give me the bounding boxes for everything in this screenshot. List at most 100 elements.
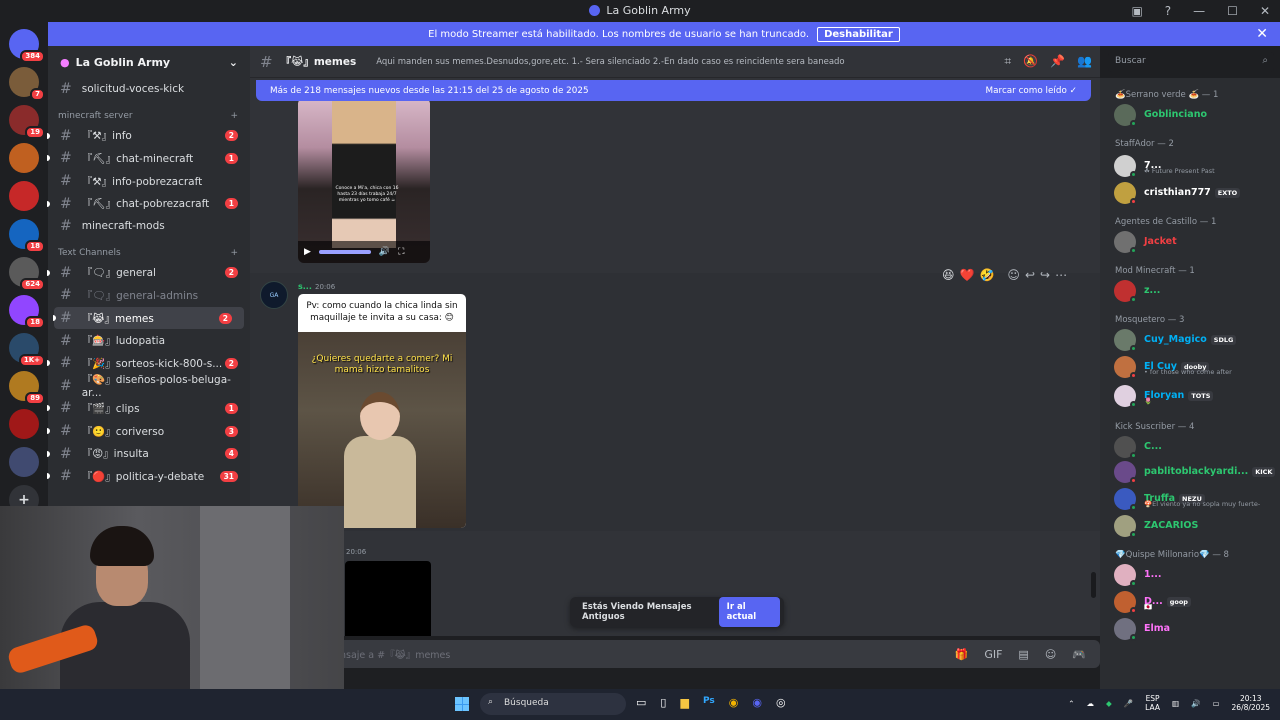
windows-start-icon[interactable] — [455, 697, 469, 711]
guild-header[interactable]: ● La Goblin Army ⌄ — [48, 46, 250, 78]
message-area[interactable]: Conoce a Mi’a, chica con 16 hasta 23 día… — [250, 78, 1100, 636]
message-input[interactable]: nsaje a #『😹』memes 🎁 GIF ▤ ☺ 🎮 — [250, 640, 1100, 668]
close-banner-icon[interactable]: ✕ — [1256, 26, 1268, 42]
server-icon[interactable]: 624 — [9, 257, 45, 291]
search-input[interactable]: Buscar ⌕ — [1108, 52, 1274, 72]
server-icon[interactable]: 7 — [9, 67, 45, 101]
video-attachment[interactable] — [345, 561, 431, 636]
member-item[interactable]: 7... ☘ Future Present Past — [1100, 151, 1280, 180]
member-item[interactable]: Elma — [1100, 616, 1280, 641]
disable-streamer-button[interactable]: Deshabilitar — [817, 26, 900, 42]
channel-topic[interactable]: Aqui manden sus memes.Desnudos,gore,etc.… — [376, 57, 844, 67]
progress-bar[interactable] — [318, 250, 371, 254]
server-icon[interactable] — [9, 447, 39, 477]
sticker-icon[interactable]: ▤ — [1018, 648, 1028, 661]
threads-icon[interactable]: ⌗ — [1004, 54, 1011, 69]
scrollbar[interactable] — [1091, 572, 1096, 598]
member-item[interactable]: z... — [1100, 278, 1280, 303]
member-item[interactable]: pablitoblackyardi... KICK — [1100, 459, 1280, 484]
reaction-rofl-icon[interactable]: 🤣 — [979, 268, 994, 282]
volume-icon[interactable]: 🔊 — [379, 247, 390, 257]
channel-item[interactable]: # 『😹』memes 2 — [53, 306, 244, 330]
channel-item[interactable]: # 『🎬』clips 1 — [47, 397, 250, 420]
language-indicator[interactable]: ESP LAA — [1145, 694, 1160, 712]
reply-icon[interactable]: ↩ — [1025, 268, 1035, 282]
maximize-button[interactable]: ☐ — [1227, 4, 1238, 18]
member-item[interactable]: ZACARIOS — [1100, 513, 1280, 538]
close-button[interactable]: ✕ — [1260, 4, 1270, 18]
clock[interactable]: 20:13 26/8/2025 — [1232, 694, 1270, 712]
channel-item[interactable]: # 『🔴』politica-y-debate 31 — [47, 465, 250, 488]
server-icon[interactable]: 384 — [9, 29, 45, 63]
server-icon[interactable]: 89 — [9, 371, 45, 405]
reaction-heart-icon[interactable]: ❤️ — [960, 268, 975, 282]
emoji-icon[interactable]: ☺ — [1045, 648, 1056, 661]
avatar[interactable]: GA — [260, 281, 288, 309]
jump-to-present-button[interactable]: Ir al actual — [718, 597, 780, 627]
category-text-channels[interactable]: Text Channels + — [48, 238, 250, 262]
gif-icon[interactable]: GIF — [984, 648, 1002, 661]
cloud-icon[interactable]: ☁ — [1087, 699, 1095, 708]
member-item[interactable]: El Cuy dooby • for those who come after — [1100, 352, 1280, 381]
channel-item[interactable]: # 『🎉』sorteos-kick-800-s... 2 — [47, 352, 250, 375]
pin-icon[interactable]: 📌 — [1050, 54, 1065, 69]
member-item[interactable]: 1... — [1100, 562, 1280, 587]
channel-item[interactable]: # 『🎰』ludopatia — [48, 329, 250, 352]
image-attachment[interactable]: Pv: como cuando la chica linda sin maqui… — [298, 294, 466, 528]
member-item[interactable]: cristhian777 EXTO — [1100, 180, 1280, 205]
member-item[interactable]: D... goop 🇯🇵 — [1100, 587, 1280, 616]
microphone-icon[interactable]: 🎤 — [1124, 699, 1133, 708]
add-reaction-icon[interactable]: ☺ — [1007, 268, 1020, 282]
notifications-muted-icon[interactable]: 🔕 — [1023, 54, 1038, 69]
channel-item[interactable]: # 『🙂』coriverso 3 — [47, 420, 250, 443]
chrome-icon[interactable]: ◉ — [729, 696, 739, 709]
member-item[interactable]: C... — [1100, 434, 1280, 459]
channel-item[interactable]: # 『🗨』general 2 — [47, 262, 250, 285]
files-icon[interactable]: ▯ — [660, 696, 666, 709]
member-item[interactable]: Jacket — [1100, 229, 1280, 254]
channel-item[interactable]: # 『⛏』chat-minecraft 1 — [47, 147, 250, 170]
member-item[interactable]: Cuy_Magico SDLG — [1100, 327, 1280, 352]
gift-icon[interactable]: 🎁 — [955, 648, 969, 661]
video-controls[interactable]: ▶ 🔊 ⛶ — [298, 241, 430, 263]
apps-icon[interactable]: 🎮 — [1072, 648, 1086, 661]
server-icon[interactable]: 19 — [9, 105, 45, 139]
network-icon[interactable]: ▥ — [1172, 699, 1179, 708]
more-options-icon[interactable]: ⋯ — [1055, 268, 1067, 282]
member-item[interactable]: Floryan TOTS 🌷 — [1100, 381, 1280, 410]
channel-item[interactable]: # 『⚒』info 2 — [47, 125, 250, 148]
volume-icon[interactable]: 🔊 — [1191, 699, 1200, 708]
help-icon[interactable]: ? — [1165, 4, 1171, 18]
server-icon[interactable] — [9, 409, 39, 439]
channel-item[interactable]: # solicitud-voces-kick — [48, 78, 250, 101]
channel-item[interactable]: # 『⚒』info-pobrezacraft — [48, 170, 250, 193]
task-view-icon[interactable]: ▭ — [636, 696, 646, 709]
channel-item[interactable]: # 『⛏』chat-pobrezacraft 1 — [47, 192, 250, 215]
channel-item[interactable]: # minecraft-mods — [48, 215, 250, 238]
server-icon[interactable]: 1K+ — [9, 333, 45, 367]
forward-icon[interactable]: ↪ — [1040, 268, 1050, 282]
obs-icon[interactable]: ◎ — [776, 696, 786, 709]
mark-as-read-button[interactable]: Marcar como leído ✓ — [986, 86, 1077, 96]
channel-item[interactable]: # 『🗨』general-admins — [48, 284, 250, 307]
battery-icon[interactable]: ▭ — [1212, 699, 1219, 708]
photoshop-icon[interactable]: Ps — [703, 696, 715, 709]
channel-item[interactable]: # 『🎨』diseños-polos-beluga-ar... — [48, 374, 250, 399]
fullscreen-icon[interactable]: ⛶ — [398, 247, 404, 257]
channel-item[interactable]: # 『😡』insulta 4 — [47, 442, 250, 465]
minimize-button[interactable]: — — [1193, 4, 1205, 18]
server-icon[interactable] — [9, 181, 39, 211]
add-channel-icon[interactable]: + — [230, 248, 238, 258]
discord-icon[interactable]: ◉ — [752, 696, 762, 709]
member-list-icon[interactable]: 👥 — [1077, 54, 1092, 69]
category-minecraft[interactable]: minecraft server + — [48, 101, 250, 125]
reaction-laugh-icon[interactable]: 😆 — [942, 268, 955, 282]
member-item[interactable]: Truffa NEZU 🍄El viento ya no sopla muy fue… — [1100, 484, 1280, 513]
security-icon[interactable]: ◆ — [1106, 699, 1112, 708]
inbox-icon[interactable]: ▣ — [1131, 4, 1142, 18]
server-icon[interactable]: 18 — [9, 295, 45, 329]
server-icon[interactable] — [9, 143, 39, 173]
add-channel-icon[interactable]: + — [230, 111, 238, 121]
explorer-icon[interactable]: ▆ — [680, 696, 688, 709]
server-icon[interactable]: 18 — [9, 219, 45, 253]
